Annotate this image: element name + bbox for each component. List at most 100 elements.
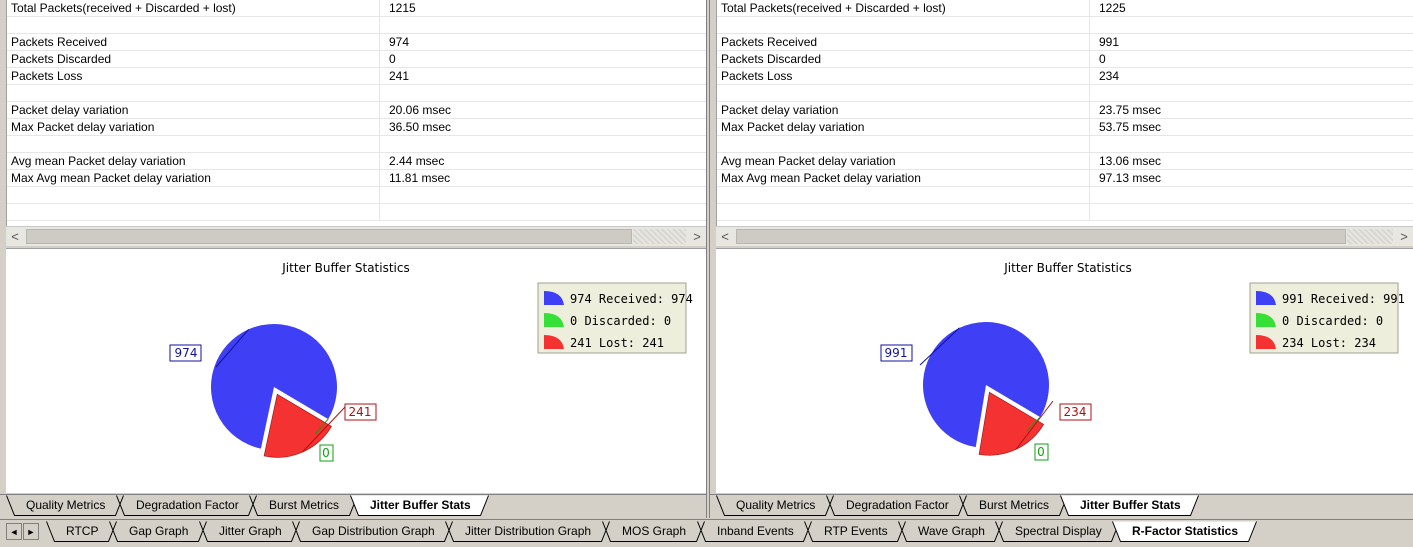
metric-value: 0 (1095, 51, 1413, 67)
metric-label: Max Avg mean Packet delay variation (7, 170, 380, 186)
tab-mos-graph[interactable]: MOS Graph (602, 521, 705, 543)
metric-label (7, 136, 380, 152)
table-row[interactable] (7, 204, 706, 221)
metric-value (385, 85, 706, 101)
metric-label: Total Packets(received + Discarded + los… (7, 0, 380, 16)
tab-jitter-graph[interactable]: Jitter Graph (199, 521, 300, 543)
right-pie-chart-svg: Jitter Buffer Statistics 991 234 0 991 Recei… (880, 261, 1405, 461)
tab-label: Inband Events (717, 524, 794, 538)
metric-value: 241 (385, 68, 706, 84)
tab-label: R-Factor Statistics (1132, 524, 1239, 538)
metric-label (717, 17, 1090, 33)
table-row[interactable]: Packets Loss 241 (7, 68, 706, 85)
tab-gap-graph[interactable]: Gap Graph (109, 521, 207, 543)
tab-spectral-display[interactable]: Spectral Display (995, 521, 1120, 543)
table-row[interactable]: Avg mean Packet delay variation 13.06 mse… (717, 153, 1413, 170)
table-row[interactable]: Max Avg mean Packet delay variation 97.13… (717, 170, 1413, 187)
table-row[interactable] (717, 85, 1413, 102)
table-row[interactable] (717, 17, 1413, 34)
table-row[interactable]: Total Packets(received + Discarded + los… (717, 0, 1413, 17)
scroll-left-arrow-icon[interactable]: < (6, 227, 24, 246)
metric-value: 53.75 msec (1095, 119, 1413, 135)
data-label-received: 991 (885, 346, 908, 360)
tab-label: Gap Graph (129, 524, 189, 538)
right-scrollbar-track[interactable] (1347, 229, 1393, 244)
tab-nav-next-icon[interactable]: ► (23, 523, 39, 540)
tab-quality-metrics[interactable]: Quality Metrics (716, 495, 834, 517)
metric-value: 23.75 msec (1095, 102, 1413, 118)
metric-label: Max Packet delay variation (7, 119, 380, 135)
table-row[interactable] (717, 136, 1413, 153)
table-row[interactable]: Packet delay variation 23.75 msec (717, 102, 1413, 119)
tab-label: Jitter Distribution Graph (465, 524, 592, 538)
metric-label: Packets Received (717, 34, 1090, 50)
tab-degradation-factor[interactable]: Degradation Factor (826, 495, 967, 517)
chart-title: Jitter Buffer Statistics (281, 261, 410, 275)
tab-nav-prev-icon[interactable]: ◄ (6, 523, 22, 540)
tab-gap-distribution-graph[interactable]: Gap Distribution Graph (292, 521, 453, 543)
table-row[interactable]: Packets Received 991 (717, 34, 1413, 51)
metric-value: 2.44 msec (385, 153, 706, 169)
left-pie-chart: Jitter Buffer Statistics 974 241 0 974 Recei… (6, 248, 706, 493)
table-row[interactable] (717, 204, 1413, 221)
left-scrollbar-thumb[interactable] (26, 229, 632, 244)
metric-value (1095, 17, 1413, 33)
metric-value: 1215 (385, 0, 706, 16)
tab-inband-events[interactable]: Inband Events (697, 521, 812, 543)
metric-value (385, 136, 706, 152)
tab-degradation-factor[interactable]: Degradation Factor (116, 495, 257, 517)
scroll-left-arrow-icon[interactable]: < (716, 227, 734, 246)
metric-label: Max Avg mean Packet delay variation (717, 170, 1090, 186)
table-row[interactable]: Max Packet delay variation 53.75 msec (717, 119, 1413, 136)
left-horizontal-scrollbar[interactable]: < > (6, 226, 706, 246)
table-row[interactable] (7, 17, 706, 34)
table-row[interactable] (717, 187, 1413, 204)
tab-label: MOS Graph (622, 524, 687, 538)
right-pie-chart: Jitter Buffer Statistics 991 234 0 991 Recei… (716, 248, 1413, 493)
metric-value: 1225 (1095, 0, 1413, 16)
tab-r-factor-statistics[interactable]: R-Factor Statistics (1112, 521, 1257, 543)
metric-label: Packets Loss (717, 68, 1090, 84)
tab-wave-graph[interactable]: Wave Graph (898, 521, 1003, 543)
tab-label: Quality Metrics (736, 498, 816, 512)
right-horizontal-scrollbar[interactable]: < > (716, 226, 1413, 246)
table-row[interactable] (7, 187, 706, 204)
metric-value: 97.13 msec (1095, 170, 1413, 186)
data-label-lost: 241 (349, 405, 372, 419)
left-scrollbar-track[interactable] (633, 229, 686, 244)
table-row[interactable]: Packet delay variation 20.06 msec (7, 102, 706, 119)
tab-burst-metrics[interactable]: Burst Metrics (959, 495, 1068, 517)
table-row[interactable]: Packets Discarded 0 (7, 51, 706, 68)
metric-label (7, 17, 380, 33)
legend-entry: 0 Discarded: 0 (570, 314, 671, 328)
metric-label: Packet delay variation (717, 102, 1090, 118)
metric-label: Total Packets(received + Discarded + los… (717, 0, 1090, 16)
metric-label: Packets Loss (7, 68, 380, 84)
tab-quality-metrics[interactable]: Quality Metrics (6, 495, 124, 517)
left-subtab-strip: Quality Metrics Degradation Factor Burst M… (0, 494, 706, 519)
tab-label: RTP Events (824, 524, 888, 538)
table-row[interactable]: Max Avg mean Packet delay variation 11.81… (7, 170, 706, 187)
table-row[interactable]: Max Packet delay variation 36.50 msec (7, 119, 706, 136)
table-row[interactable]: Avg mean Packet delay variation 2.44 msec (7, 153, 706, 170)
table-row[interactable]: Packets Received 974 (7, 34, 706, 51)
table-row[interactable]: Packets Discarded 0 (717, 51, 1413, 68)
tab-rtcp[interactable]: RTCP (46, 521, 117, 543)
table-row[interactable] (7, 136, 706, 153)
table-row[interactable]: Total Packets(received + Discarded + los… (7, 0, 706, 17)
scroll-right-arrow-icon[interactable]: > (1395, 227, 1413, 246)
tab-label: Burst Metrics (269, 498, 340, 512)
metric-label: Avg mean Packet delay variation (717, 153, 1090, 169)
tab-rtp-events[interactable]: RTP Events (804, 521, 906, 543)
tab-jitter-distribution-graph[interactable]: Jitter Distribution Graph (445, 521, 610, 543)
right-scrollbar-thumb[interactable] (736, 229, 1346, 244)
scroll-right-arrow-icon[interactable]: > (688, 227, 706, 246)
tab-label: RTCP (66, 524, 99, 538)
tab-burst-metrics[interactable]: Burst Metrics (249, 495, 358, 517)
table-row[interactable] (7, 85, 706, 102)
table-row[interactable]: Packets Loss 234 (717, 68, 1413, 85)
tab-jitter-buffer-stats[interactable]: Jitter Buffer Stats (1060, 495, 1199, 517)
tab-label: Wave Graph (918, 524, 985, 538)
tab-jitter-buffer-stats[interactable]: Jitter Buffer Stats (350, 495, 489, 517)
metric-label: Packets Discarded (717, 51, 1090, 67)
